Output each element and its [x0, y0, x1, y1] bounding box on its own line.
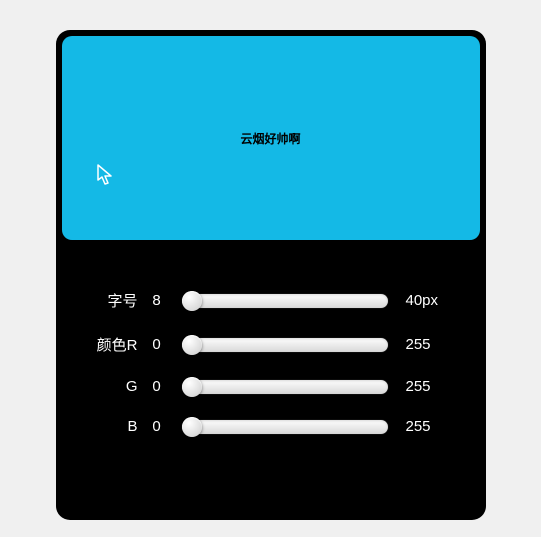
slider-row-color-r: 颜色R 0 255: [92, 334, 450, 355]
slider-min: 0: [144, 378, 170, 395]
slider-row-color-b: B 0 255: [92, 418, 450, 435]
color-b-slider[interactable]: [182, 420, 388, 434]
slider-thumb[interactable]: [182, 291, 202, 311]
slider-min: 0: [144, 336, 170, 353]
cursor-icon: [97, 164, 115, 186]
color-g-slider[interactable]: [182, 380, 388, 394]
control-panel: 云烟好帅啊 字号 8 40px 颜色R 0 255: [56, 30, 486, 520]
slider-min: 0: [144, 418, 170, 435]
slider-row-color-g: G 0 255: [92, 378, 450, 395]
color-r-slider[interactable]: [182, 338, 388, 352]
slider-thumb[interactable]: [182, 377, 202, 397]
slider-label: 颜色R: [92, 334, 144, 355]
slider-label: 字号: [92, 290, 144, 311]
fontsize-slider[interactable]: [182, 294, 388, 308]
slider-wrap: [170, 294, 400, 308]
slider-wrap: [170, 338, 400, 352]
slider-wrap: [170, 420, 400, 434]
slider-row-fontsize: 字号 8 40px: [92, 290, 450, 311]
slider-max: 40px: [400, 292, 450, 309]
preview-text: 云烟好帅啊: [240, 130, 300, 147]
slider-thumb[interactable]: [182, 417, 202, 437]
slider-thumb[interactable]: [182, 335, 202, 355]
slider-wrap: [170, 380, 400, 394]
slider-max: 255: [400, 418, 450, 435]
slider-max: 255: [400, 336, 450, 353]
slider-label: G: [92, 378, 144, 395]
controls-area: 字号 8 40px 颜色R 0 255 G 0: [62, 240, 480, 514]
preview-area: 云烟好帅啊: [62, 36, 480, 240]
slider-max: 255: [400, 378, 450, 395]
slider-min: 8: [144, 292, 170, 309]
slider-label: B: [92, 418, 144, 435]
